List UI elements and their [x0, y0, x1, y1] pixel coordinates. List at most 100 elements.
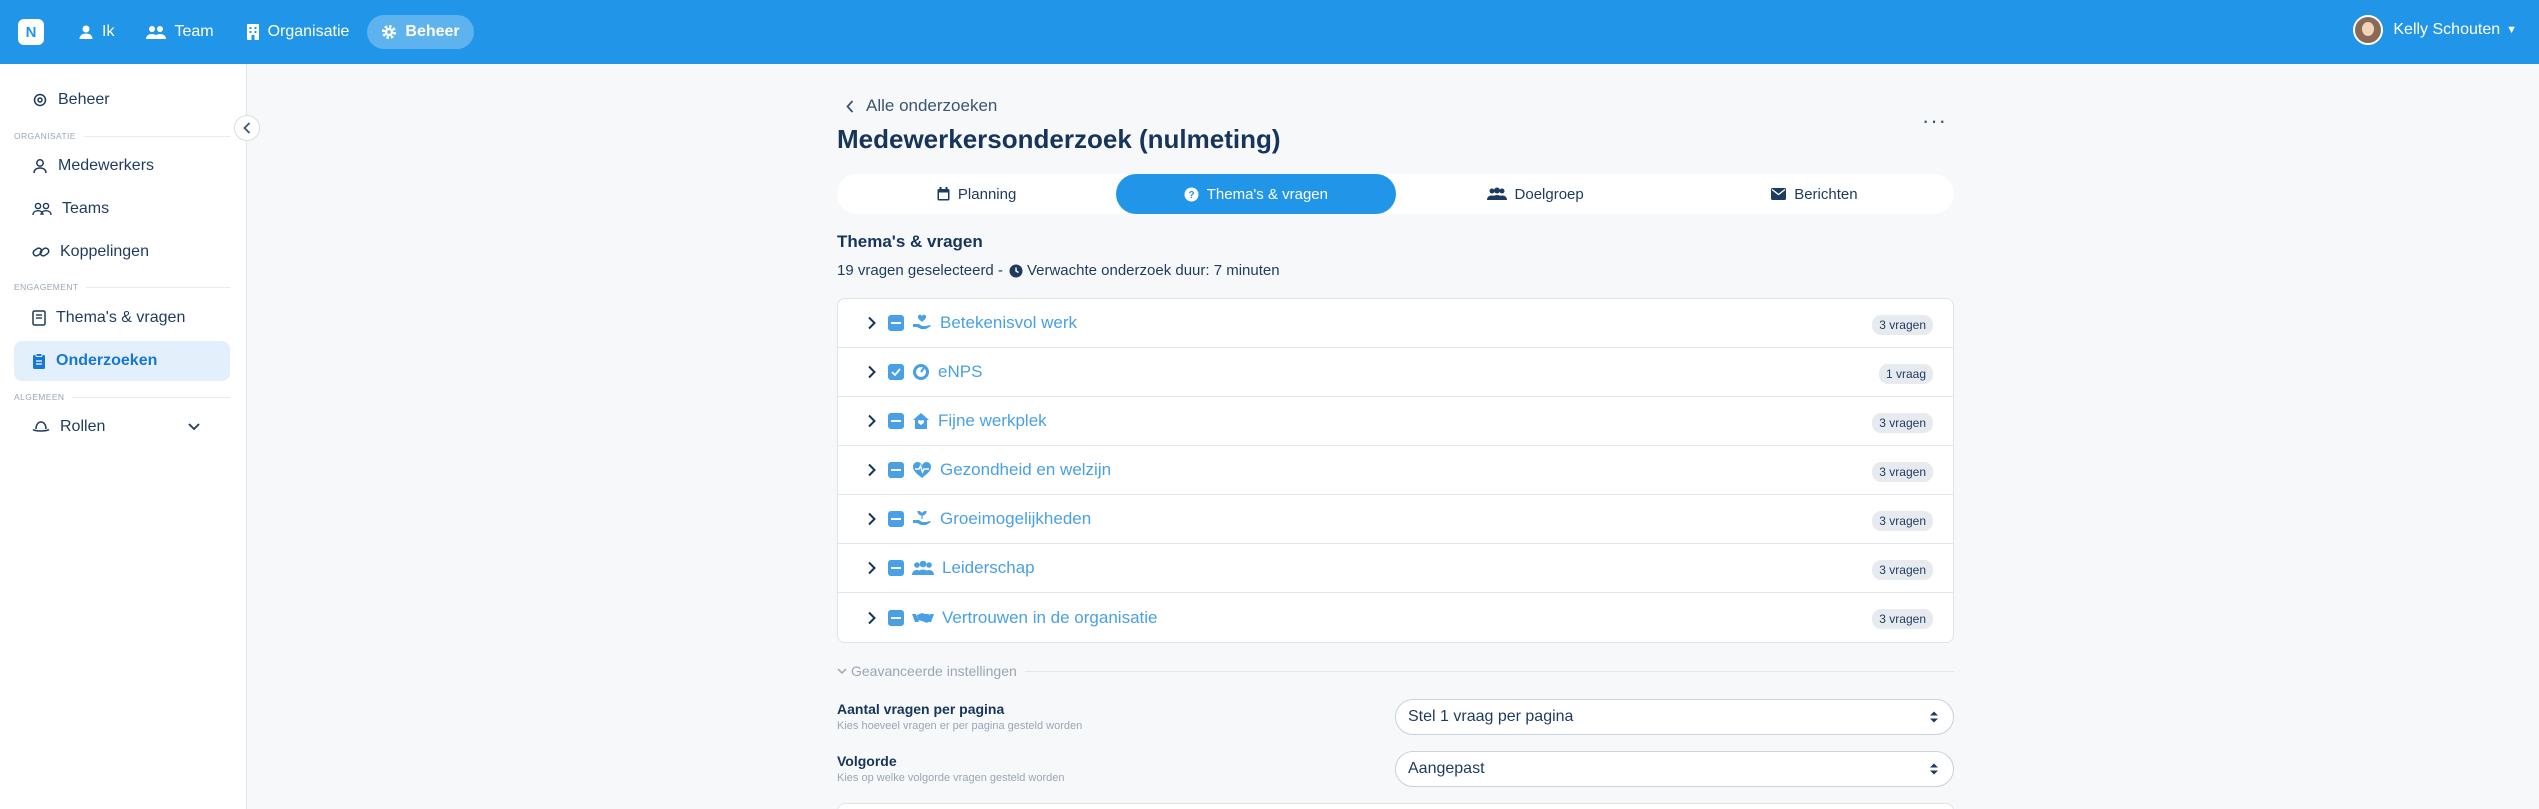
order-select[interactable]: Aangepast: [1395, 751, 1954, 787]
users-icon: [146, 26, 167, 39]
advanced-settings-label: Geavanceerde instellingen: [851, 663, 1017, 679]
avatar: [2353, 15, 2384, 45]
sidebar-item-beheer[interactable]: Beheer: [14, 80, 230, 120]
calendar-icon: [937, 187, 950, 201]
sidebar-item-label: Koppelingen: [60, 243, 149, 260]
per-page-label: Aantal vragen per pagina: [837, 701, 1005, 717]
chevron-right-icon[interactable]: [866, 414, 878, 428]
sidebar: Beheer ORGANISATIE Medewerkers Teams Kop…: [0, 64, 247, 809]
back-link[interactable]: Alle onderzoeken: [846, 96, 997, 116]
sidebar-item-label: Teams: [62, 200, 110, 217]
chevron-right-icon[interactable]: [866, 316, 878, 330]
order-help: Kies op welke volgorde vragen gesteld wo…: [837, 772, 1065, 784]
users-icon: [912, 560, 934, 576]
theme-row[interactable]: Fijne werkplek 3 vragen: [838, 397, 1953, 446]
theme-row[interactable]: Groeimogelijkheden 3 vragen: [838, 495, 1953, 544]
nav-item-label: Organisatie: [267, 23, 350, 40]
question-count-badge: 3 vragen: [1872, 560, 1933, 580]
user-menu[interactable]: Kelly Schouten ▼: [2353, 15, 2517, 45]
home-heart-icon: [912, 412, 930, 430]
sidebar-item-koppelingen[interactable]: Koppelingen: [14, 232, 230, 272]
tab-planning[interactable]: Planning: [837, 174, 1116, 214]
tab-themas-vragen[interactable]: ? Thema's & vragen: [1116, 174, 1396, 214]
section-title: Thema's & vragen: [837, 232, 983, 251]
partial-checkbox[interactable]: [888, 315, 904, 331]
sidebar-collapse-button[interactable]: [234, 115, 260, 141]
partial-checkbox[interactable]: [888, 511, 904, 527]
hand-heart-icon: [912, 314, 932, 332]
sidebar-item-rollen[interactable]: Rollen: [14, 407, 230, 447]
sidebar-section-engagement: ENGAGEMENT: [14, 282, 230, 292]
user-name: Kelly Schouten: [2393, 21, 2501, 38]
per-page-value: Stel 1 vraag per pagina: [1408, 708, 1574, 725]
theme-list: Betekenisvol werk 3 vragen eNPS 1 vraag …: [837, 298, 1954, 643]
tab-label: Berichten: [1794, 185, 1858, 203]
link-icon: [32, 247, 50, 257]
top-navigation-bar: N Ik Team Organisatie Beheer Kelly Schou…: [0, 0, 2539, 64]
partial-checkbox[interactable]: [888, 462, 904, 478]
theme-label: Gezondheid en welzijn: [940, 460, 1112, 479]
question-circle-icon: ?: [1184, 187, 1199, 201]
sidebar-item-teams[interactable]: Teams: [14, 189, 230, 229]
user-outline-icon: [33, 159, 47, 174]
heart-pulse-icon: [912, 461, 932, 479]
sidebar-item-medewerkers[interactable]: Medewerkers: [14, 146, 230, 186]
more-options-button[interactable]: ···: [1922, 108, 1947, 134]
users-outline-icon: [32, 202, 52, 216]
sidebar-section-algemeen: ALGEMEEN: [14, 392, 230, 402]
building-icon: [246, 24, 259, 40]
chevron-down-icon: [837, 667, 847, 674]
nav-item-ik[interactable]: Ik: [64, 15, 128, 49]
partial-checkbox[interactable]: [888, 413, 904, 429]
theme-row[interactable]: Leiderschap 3 vragen: [838, 544, 1953, 593]
sidebar-item-label: Medewerkers: [58, 157, 155, 174]
order-label: Volgorde: [837, 753, 897, 769]
partial-checkbox[interactable]: [888, 609, 904, 626]
question-count-badge: 3 vragen: [1872, 462, 1933, 482]
question-count-badge: 3 vragen: [1872, 315, 1933, 335]
sidebar-item-themas[interactable]: Thema's & vragen: [14, 298, 230, 338]
expected-duration: Verwachte onderzoek duur: 7 minuten: [1026, 262, 1280, 279]
hat-icon: [32, 421, 50, 432]
tab-berichten[interactable]: Berichten: [1675, 174, 1954, 214]
per-page-help: Kies hoeveel vragen er per pagina gestel…: [837, 720, 1083, 732]
per-page-select[interactable]: Stel 1 vraag per pagina: [1395, 699, 1954, 735]
tab-doelgroep[interactable]: Doelgroep: [1396, 174, 1675, 214]
question-count-badge: 1 vraag: [1878, 364, 1933, 384]
chevron-down-icon[interactable]: [188, 423, 200, 431]
sidebar-item-label: Thema's & vragen: [56, 309, 186, 326]
theme-row[interactable]: Gezondheid en welzijn 3 vragen: [838, 446, 1953, 495]
clock-icon: [1009, 264, 1023, 277]
nav-item-organisatie[interactable]: Organisatie: [232, 15, 364, 49]
full-checkbox[interactable]: [888, 364, 904, 380]
app-logo[interactable]: N: [18, 19, 44, 45]
order-value: Aangepast: [1408, 760, 1485, 777]
nav-item-team[interactable]: Team: [132, 15, 227, 49]
theme-row[interactable]: eNPS 1 vraag: [838, 348, 1953, 397]
sidebar-section-organisatie: ORGANISATIE: [14, 131, 230, 141]
advanced-settings-toggle[interactable]: Geavanceerde instellingen: [837, 663, 1954, 679]
chevron-right-icon[interactable]: [866, 561, 878, 575]
nav-item-beheer[interactable]: Beheer: [367, 15, 474, 49]
chevron-right-icon[interactable]: [866, 512, 878, 526]
theme-row[interactable]: Betekenisvol werk 3 vragen: [838, 299, 1953, 348]
chevron-right-icon[interactable]: [866, 463, 878, 477]
tab-bar: Planning ? Thema's & vragen Doelgroep Be…: [837, 174, 1954, 214]
tab-label: Thema's & vragen: [1206, 185, 1328, 203]
next-panel: [837, 803, 1954, 809]
page-title: Medewerkersonderzoek (nulmeting): [837, 124, 1281, 154]
theme-row[interactable]: Vertrouwen in de organisatie 3 vragen: [838, 593, 1953, 642]
question-summary: 19 vragen geselecteerd - Verwachte onder…: [837, 262, 1280, 279]
sidebar-item-onderzoeken[interactable]: Onderzoeken: [14, 341, 230, 381]
nav-item-label: Team: [174, 23, 214, 40]
back-link-label: Alle onderzoeken: [866, 96, 998, 115]
users-icon: [1486, 187, 1507, 200]
chevron-right-icon[interactable]: [866, 365, 878, 379]
chevron-right-icon[interactable]: [866, 611, 878, 625]
partial-checkbox[interactable]: [888, 560, 904, 576]
tab-label: Doelgroep: [1514, 185, 1584, 203]
theme-label: Leiderschap: [942, 558, 1035, 577]
envelope-icon: [1771, 188, 1787, 200]
chevron-left-icon: [243, 122, 251, 134]
hand-seedling-icon: [912, 510, 932, 528]
